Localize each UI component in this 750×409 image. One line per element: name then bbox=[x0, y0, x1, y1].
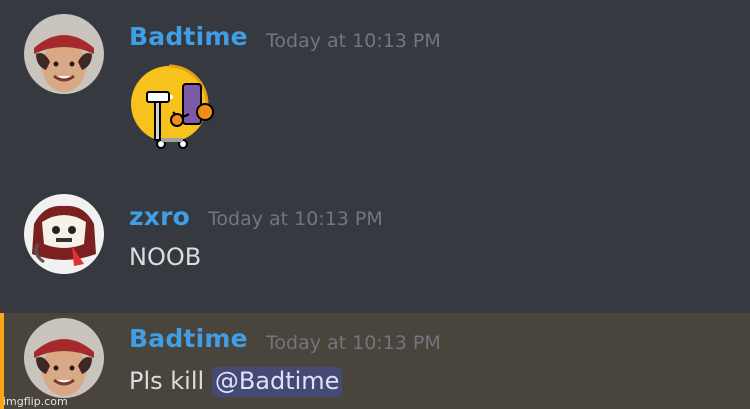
author-name[interactable]: Badtime bbox=[129, 22, 248, 51]
author-name[interactable]: zxro bbox=[129, 202, 190, 231]
avatar-badtime[interactable] bbox=[24, 318, 104, 398]
author-name[interactable]: Badtime bbox=[129, 324, 248, 353]
avatar-badtime[interactable] bbox=[24, 14, 104, 94]
mention-highlight bbox=[0, 313, 750, 409]
sticker-duck-icon[interactable] bbox=[125, 62, 225, 152]
message-timestamp[interactable]: Today at 10:13 PM bbox=[266, 332, 441, 354]
avatar-zxro[interactable] bbox=[24, 194, 104, 274]
message-text: Pls kill bbox=[129, 367, 212, 395]
message-content: Pls kill @Badtime bbox=[129, 367, 343, 397]
avatar-badtime-icon bbox=[24, 14, 104, 94]
watermark: imgflip.com bbox=[3, 395, 68, 408]
avatar-zxro-icon bbox=[24, 194, 104, 274]
avatar-badtime-icon bbox=[24, 318, 104, 398]
message-timestamp[interactable]: Today at 10:13 PM bbox=[266, 30, 441, 52]
message-timestamp[interactable]: Today at 10:13 PM bbox=[208, 208, 383, 230]
user-mention[interactable]: @Badtime bbox=[211, 367, 343, 397]
message-content: NOOB bbox=[129, 243, 202, 271]
